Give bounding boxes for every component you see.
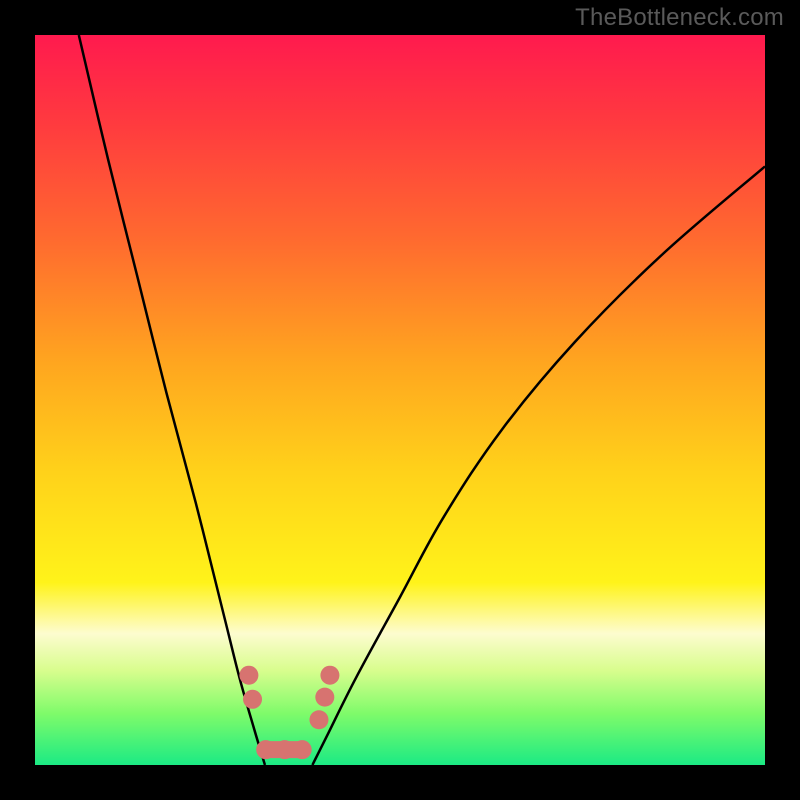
data-marker (239, 666, 258, 685)
data-marker (275, 740, 294, 759)
data-marker (293, 740, 312, 759)
right-branch-curve (312, 166, 765, 765)
plot-area (35, 35, 765, 765)
curves-layer (35, 35, 765, 765)
attribution-text: TheBottleneck.com (575, 4, 784, 32)
data-marker (320, 666, 339, 685)
data-marker (243, 690, 262, 709)
data-marker (256, 740, 275, 759)
left-branch-curve (79, 35, 265, 765)
chart-frame: TheBottleneck.com (0, 0, 800, 800)
data-marker (315, 688, 334, 707)
data-marker (309, 710, 328, 729)
marker-group (239, 666, 339, 759)
